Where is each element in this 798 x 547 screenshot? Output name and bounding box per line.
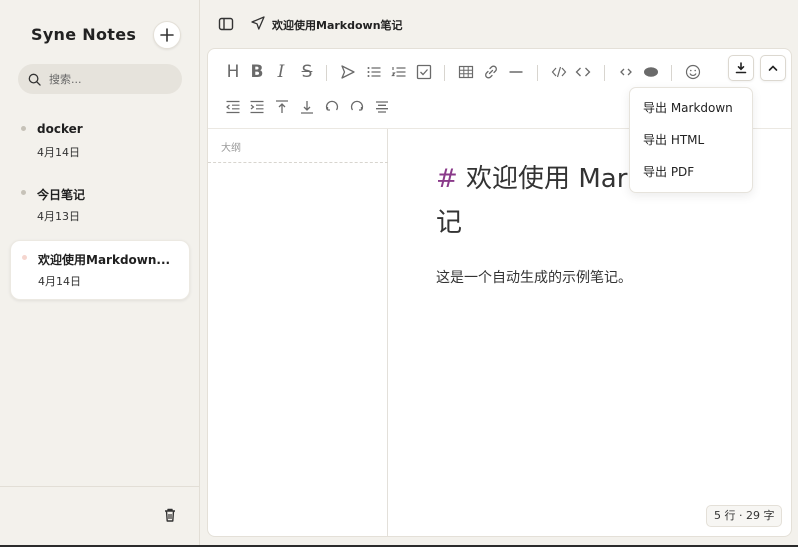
inline-code-button[interactable] [572, 61, 594, 83]
collapse-button[interactable] [615, 61, 637, 83]
note-dot [21, 126, 26, 131]
plus-icon [160, 28, 174, 42]
undo-icon [325, 100, 339, 111]
bullet-list-button[interactable] [363, 61, 385, 83]
indent-icon [250, 100, 264, 114]
bold-icon: B [250, 61, 264, 82]
table-button[interactable] [455, 61, 477, 83]
horizontal-rule-button[interactable] [505, 61, 527, 83]
outdent-button[interactable] [222, 96, 244, 118]
toggle-sidebar-button[interactable] [218, 16, 234, 32]
toolbar-separator [604, 65, 605, 81]
trash-button[interactable] [162, 507, 178, 523]
italic-icon: I [277, 61, 285, 82]
note-item-docker[interactable]: docker 4月14日 [10, 112, 190, 172]
sidebar-divider [0, 486, 199, 487]
trash-icon [165, 508, 175, 522]
toolbar-row-1: H B I S [208, 55, 791, 87]
insert-before-icon [276, 100, 288, 113]
navigation-icon [251, 16, 265, 30]
sidebar-toggle-icon [218, 17, 234, 31]
add-note-button[interactable] [153, 21, 181, 49]
link-button[interactable] [480, 61, 502, 83]
bold-button[interactable]: B [246, 61, 268, 83]
inline-code-icon [575, 67, 591, 77]
heading-button[interactable]: H [222, 61, 244, 83]
horizontal-rule-icon [509, 71, 523, 73]
insert-before-button[interactable] [271, 96, 293, 118]
export-pdf-item[interactable]: 导出 PDF [643, 163, 694, 180]
toolbar-separator [537, 65, 538, 81]
outdent-icon [226, 100, 240, 114]
link-icon [485, 65, 497, 79]
note-date: 4月13日 [37, 210, 80, 223]
note-date: 4月14日 [37, 146, 80, 159]
toolbar-separator [444, 65, 445, 81]
insert-after-icon [301, 101, 313, 114]
italic-button[interactable]: I [270, 61, 292, 83]
collapse-icon [620, 68, 632, 76]
preview-button[interactable] [640, 61, 662, 83]
align-icon [376, 101, 388, 113]
collapse-toolbar-button[interactable] [760, 55, 786, 81]
chevron-up-icon [768, 65, 778, 71]
export-button[interactable] [728, 55, 754, 81]
note-title: docker [37, 122, 83, 136]
export-markdown-item[interactable]: 导出 Markdown [643, 99, 733, 116]
outline-label: 大纲 [221, 143, 241, 154]
ordered-list-icon [391, 67, 406, 77]
document-paragraph: 这是一个自动生成的示例笔记。 [436, 270, 632, 286]
send-icon [341, 65, 355, 79]
emoji-button[interactable] [682, 61, 704, 83]
checklist-icon [416, 64, 432, 80]
search-icon [28, 73, 41, 86]
toolbar-separator [671, 65, 672, 81]
outline-panel: 大纲 [208, 129, 388, 536]
undo-button[interactable] [321, 96, 343, 118]
word-count-status: 5 行 · 29 字 [706, 505, 783, 527]
indent-button[interactable] [246, 96, 268, 118]
table-icon [458, 65, 474, 79]
heading-icon: H [226, 61, 240, 82]
document-title: 欢迎使用Markdown笔记 [272, 19, 403, 32]
emoji-icon [685, 64, 701, 80]
heading-marker: # [436, 164, 458, 194]
note-date: 4月14日 [38, 275, 81, 288]
note-title: 今日笔记 [37, 188, 86, 202]
search-box[interactable] [18, 64, 182, 94]
export-menu: 导出 Markdown 导出 HTML 导出 PDF [629, 87, 753, 193]
preview-icon [644, 67, 658, 77]
note-item-today[interactable]: 今日笔记 4月13日 [10, 176, 190, 236]
note-dot [21, 190, 26, 195]
search-input[interactable] [49, 72, 169, 86]
redo-icon [350, 100, 364, 111]
strikethrough-button[interactable]: S [296, 61, 318, 83]
toolbar-separator [326, 65, 327, 81]
sidebar: Syne Notes docker 4月14日 今日笔记 4月13日 欢迎使用M… [0, 0, 200, 545]
send-button[interactable] [337, 61, 359, 83]
redo-button[interactable] [346, 96, 368, 118]
code-block-icon [551, 66, 567, 78]
checklist-button[interactable] [413, 61, 435, 83]
align-button[interactable] [371, 96, 393, 118]
insert-after-button[interactable] [296, 96, 318, 118]
strikethrough-icon: S [301, 61, 313, 82]
heading-text-line2: 记 [436, 208, 463, 238]
note-item-welcome[interactable]: 欢迎使用Markdown... 4月14日 [10, 240, 190, 300]
download-icon [735, 62, 747, 74]
code-block-button[interactable] [548, 61, 570, 83]
note-title: 欢迎使用Markdown... [38, 253, 171, 267]
export-html-item[interactable]: 导出 HTML [643, 131, 704, 148]
app-title: Syne Notes [31, 25, 137, 44]
bullet-list-icon [367, 67, 381, 77]
ordered-list-button[interactable] [388, 61, 410, 83]
note-dot [22, 255, 27, 260]
outline-divider [208, 162, 388, 163]
